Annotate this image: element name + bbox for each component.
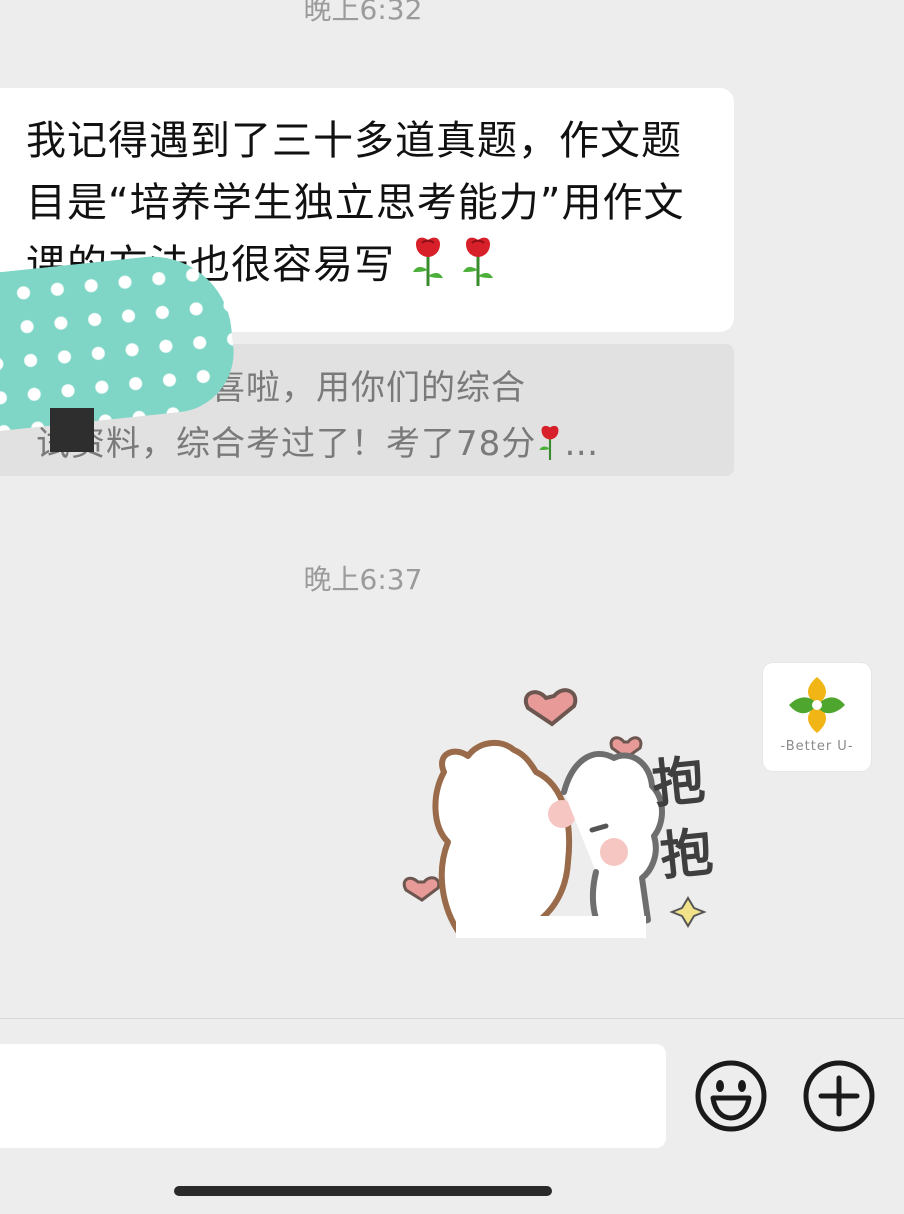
rose-icon <box>463 237 493 286</box>
emoji-button[interactable] <box>693 1058 769 1134</box>
chat-screen: 晚上6:32 我记得遇到了三十多道真题，作文题目是“培养学生独立思考能力”用作文… <box>0 0 904 1214</box>
timestamp-top: 晚上6:32 <box>303 0 423 26</box>
more-button[interactable] <box>801 1058 877 1134</box>
user-avatar[interactable]: -Better U- <box>763 663 871 771</box>
hug-sticker[interactable]: 抱 抱 <box>396 676 756 966</box>
home-indicator[interactable] <box>174 1186 552 1196</box>
input-divider <box>0 1018 904 1019</box>
sticker-text-2: 抱 <box>657 821 716 888</box>
timestamp-mid: 晚上6:37 <box>303 563 423 596</box>
quoted-line-2: 试资料，综合考过了！考了78分… <box>36 424 600 464</box>
redaction-mark <box>50 408 94 452</box>
sticker-text-1: 抱 <box>649 749 708 816</box>
message-input[interactable] <box>0 1044 666 1148</box>
smiley-icon <box>695 1060 767 1132</box>
rose-icon <box>539 425 559 460</box>
better-u-logo-icon <box>789 677 845 733</box>
plus-circle-icon <box>803 1060 875 1132</box>
rose-icon <box>413 237 443 286</box>
avatar-label: -Better U- <box>780 739 854 754</box>
